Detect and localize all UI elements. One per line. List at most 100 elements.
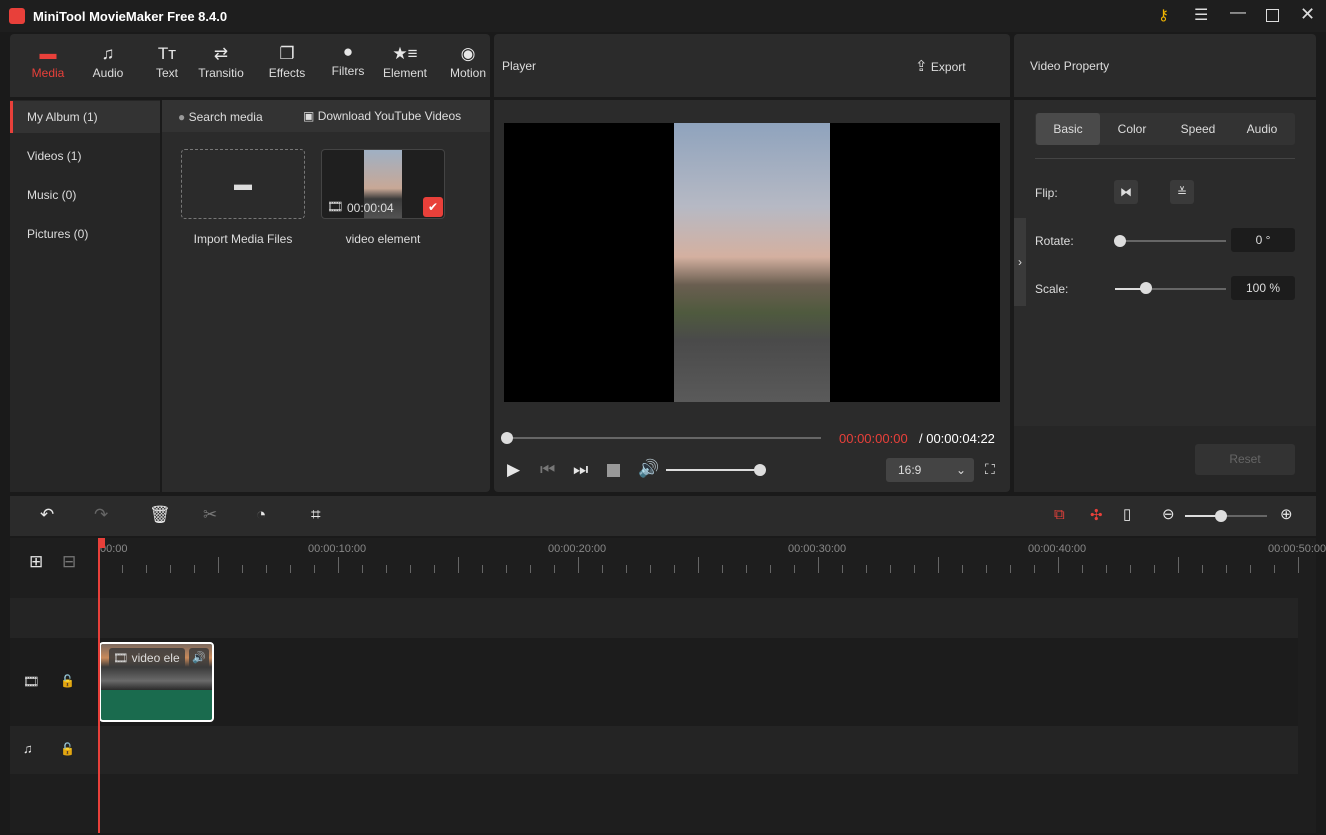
export-icon: ⇪ (915, 58, 928, 75)
fullscreen-button[interactable]: ⛶ (985, 461, 995, 478)
ruler-tick (1034, 565, 1035, 573)
sidebar-divider (160, 100, 162, 492)
undo-button[interactable]: ↶ (40, 505, 54, 525)
tab-media[interactable]: ▬Media (18, 44, 78, 80)
ruler-tick (1178, 557, 1179, 573)
ruler-tick (1058, 557, 1059, 573)
download-youtube-button[interactable]: ▣ Download YouTube Videos (303, 109, 461, 123)
minimize-button[interactable]: — (1230, 4, 1246, 22)
rotate-slider[interactable] (1120, 240, 1226, 242)
tab-effects[interactable]: ❐Effects (257, 44, 317, 80)
ruler-tick (578, 557, 579, 573)
tab-speed[interactable]: Speed (1166, 113, 1230, 145)
flip-vertical-button[interactable]: ≚ (1170, 180, 1194, 204)
ruler-label: 00:00:40:00 (1028, 543, 1086, 555)
delete-button[interactable]: 🗑 (149, 505, 171, 525)
add-track-button[interactable]: ⊞ (29, 552, 43, 572)
aspect-ratio-select[interactable]: 16:9⌄ (886, 458, 974, 482)
sidebar-item-videos[interactable]: Videos (1) (10, 140, 160, 172)
tab-audio[interactable]: ♫Audio (78, 44, 138, 80)
ruler-tick (1274, 565, 1275, 573)
reset-button[interactable]: Reset (1195, 444, 1295, 475)
maximize-button[interactable] (1266, 9, 1279, 22)
audio-wave-icon[interactable]: ▯ (1123, 505, 1131, 523)
ruler-tick (1202, 565, 1203, 573)
redo-button[interactable]: ↷ (94, 505, 108, 525)
speed-button[interactable]: ◔ (256, 505, 266, 525)
tab-text[interactable]: TтText (137, 44, 197, 80)
fit-to-timeline-icon[interactable]: ⧉ (1054, 506, 1065, 523)
sidebar-item-pictures[interactable]: Pictures (0) (10, 218, 160, 250)
ruler-tick (746, 565, 747, 573)
tab-motion[interactable]: ◉Motion (438, 44, 498, 80)
ruler-tick (626, 565, 627, 573)
ruler-tick (242, 565, 243, 573)
sidebar-item-music[interactable]: Music (0) (10, 179, 160, 211)
search-media-button[interactable]: ● Search media (178, 110, 263, 124)
clip-volume-icon[interactable]: 🔊 (189, 648, 209, 668)
motion-icon: ◉ (438, 44, 498, 66)
split-view-icon[interactable]: ✣ (1090, 506, 1103, 524)
ruler-tick (146, 565, 147, 573)
import-media-button[interactable]: ▬ (181, 149, 305, 219)
menu-icon[interactable]: ☰ (1194, 5, 1208, 25)
ruler-tick (1106, 565, 1107, 573)
stop-button[interactable] (607, 464, 620, 477)
scale-value[interactable]: 100 % (1231, 276, 1295, 300)
lock-icon[interactable]: 🔓 (60, 742, 75, 756)
sidebar-item-my-album[interactable]: My Album (1) (10, 101, 160, 133)
timeline-video-clip[interactable]: 🎞 video ele 🔊 (99, 642, 214, 722)
zoom-knob[interactable] (1215, 510, 1227, 522)
film-icon: 🎞 (327, 199, 344, 215)
ruler-tick (1130, 565, 1131, 573)
tab-transition[interactable]: ⇄Transitio (191, 44, 251, 80)
clip-label-box: 🎞 video ele (109, 648, 185, 668)
zoom-in-button[interactable]: ⊕ (1280, 505, 1293, 523)
volume-icon[interactable]: 🔊 (638, 459, 659, 479)
video-frame (674, 123, 830, 402)
total-time: / 00:00:04:22 (919, 431, 995, 446)
media-clip-thumbnail[interactable]: 🎞 00:00:04 ✔ (321, 149, 445, 219)
playhead-handle[interactable] (98, 538, 105, 548)
volume-track[interactable] (666, 469, 760, 471)
key-icon[interactable]: ⚷ (1158, 6, 1169, 24)
ruler-tick (842, 565, 843, 573)
previous-frame-button[interactable]: ⏮ (540, 460, 555, 480)
tab-basic[interactable]: Basic (1036, 113, 1100, 145)
remove-track-button[interactable]: ⊟ (62, 552, 76, 572)
export-label: Export (931, 60, 966, 74)
tab-element[interactable]: ★≡Element (375, 44, 435, 80)
crop-button[interactable]: ⌗ (311, 505, 321, 525)
search-icon: ● (178, 110, 185, 124)
clip-label: video ele (132, 651, 180, 665)
next-frame-button[interactable]: ⏭ (573, 460, 588, 480)
checkmark-icon[interactable]: ✔ (423, 197, 443, 217)
scale-knob[interactable] (1140, 282, 1152, 294)
export-button[interactable]: ⇪ Export (915, 57, 966, 75)
ruler-tick (1298, 557, 1299, 573)
tab-audio-property[interactable]: Audio (1230, 113, 1294, 145)
tab-color[interactable]: Color (1100, 113, 1164, 145)
flip-horizontal-button[interactable]: ⧓ (1114, 180, 1138, 204)
ruler-tick (722, 565, 723, 573)
zoom-out-button[interactable]: ⊖ (1162, 505, 1175, 523)
tab-label: Motion (450, 66, 486, 80)
collapse-handle[interactable]: › (1014, 218, 1026, 306)
tab-filters[interactable]: ●Filters (318, 42, 378, 78)
player-title: Player (502, 59, 536, 73)
playback-progress-track[interactable] (507, 437, 821, 439)
folder-icon: ▬ (18, 44, 78, 66)
close-button[interactable]: ✕ (1300, 4, 1315, 25)
lock-icon[interactable]: 🔓 (60, 674, 75, 688)
rotate-value[interactable]: 0 ° (1231, 228, 1295, 252)
playhead[interactable] (98, 538, 100, 833)
tab-label: Effects (269, 66, 305, 80)
split-button[interactable]: ✂ (203, 505, 217, 525)
rotate-knob[interactable] (1114, 235, 1126, 247)
playback-progress-knob[interactable] (501, 432, 513, 444)
player-header-divider (494, 97, 1010, 100)
property-divider (1035, 158, 1295, 159)
play-button[interactable]: ▶ (507, 460, 520, 480)
ruler-tick (410, 565, 411, 573)
volume-knob[interactable] (754, 464, 766, 476)
